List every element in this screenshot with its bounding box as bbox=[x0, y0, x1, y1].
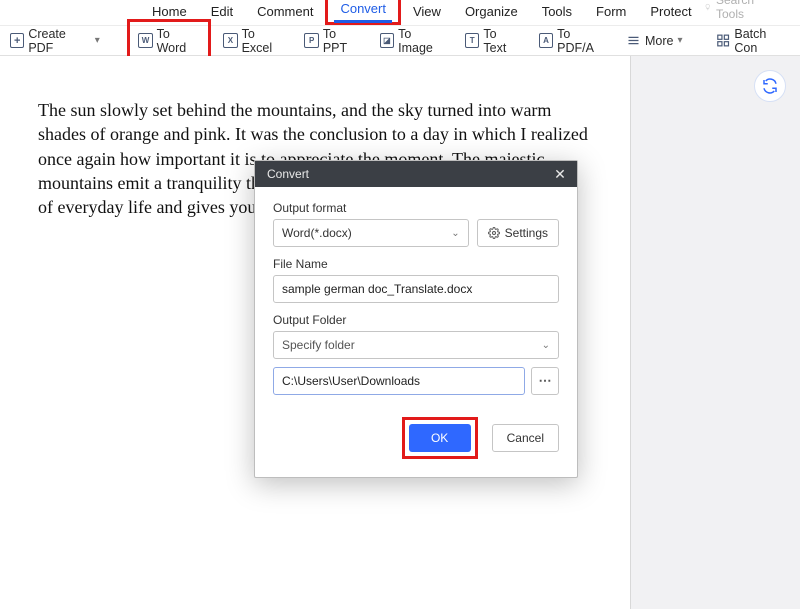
tab-view[interactable]: View bbox=[401, 0, 453, 25]
close-icon: ✕ bbox=[554, 166, 566, 183]
output-format-value: Word(*.docx) bbox=[282, 226, 352, 240]
chevron-down-icon: ⌄ bbox=[542, 340, 550, 351]
tab-protect[interactable]: Protect bbox=[638, 0, 703, 25]
tab-edit[interactable]: Edit bbox=[199, 0, 245, 25]
word-convert-side-button[interactable] bbox=[754, 70, 786, 102]
tab-organize[interactable]: Organize bbox=[453, 0, 530, 25]
ok-button[interactable]: OK bbox=[409, 424, 471, 452]
dialog-actions: OK Cancel bbox=[273, 417, 559, 459]
dialog-body: Output format Word(*.docx) ⌄ Settings Fi… bbox=[255, 187, 577, 477]
search-tools[interactable]: Search Tools bbox=[704, 0, 800, 25]
tab-form[interactable]: Form bbox=[584, 0, 638, 25]
dialog-titlebar[interactable]: Convert ✕ bbox=[255, 161, 577, 187]
gear-icon bbox=[488, 227, 500, 239]
to-word-label: To Word bbox=[157, 27, 201, 55]
file-name-label: File Name bbox=[273, 257, 559, 271]
create-pdf-button[interactable]: + Create PDF ▾ bbox=[4, 24, 106, 58]
batch-label: Batch Con bbox=[734, 27, 790, 55]
to-text-button[interactable]: T To Text bbox=[459, 24, 527, 58]
app-root: Home Edit Comment Convert View Organize … bbox=[0, 0, 800, 609]
tab-tools[interactable]: Tools bbox=[530, 0, 584, 25]
output-folder-select[interactable]: Specify folder ⌄ bbox=[273, 331, 559, 359]
search-tools-label: Search Tools bbox=[716, 0, 759, 21]
text-icon: T bbox=[465, 33, 479, 48]
tab-convert[interactable]: Convert bbox=[325, 0, 401, 25]
main-tabstrip: Home Edit Comment Convert View Organize … bbox=[0, 0, 800, 26]
output-format-label: Output format bbox=[273, 201, 559, 215]
more-label: More bbox=[645, 34, 673, 48]
to-pdfa-button[interactable]: A To PDF/A bbox=[533, 24, 614, 58]
to-word-button[interactable]: W To Word bbox=[132, 24, 206, 58]
excel-icon: X bbox=[223, 33, 237, 48]
convert-dialog: Convert ✕ Output format Word(*.docx) ⌄ S… bbox=[254, 160, 578, 478]
refresh-word-icon bbox=[761, 77, 779, 95]
settings-button[interactable]: Settings bbox=[477, 219, 559, 247]
cancel-button[interactable]: Cancel bbox=[492, 424, 559, 452]
ppt-icon: P bbox=[304, 33, 318, 48]
pdfa-icon: A bbox=[539, 33, 553, 48]
output-path-input[interactable] bbox=[273, 367, 525, 395]
chevron-down-icon: ⌄ bbox=[451, 228, 459, 239]
output-format-select[interactable]: Word(*.docx) ⌄ bbox=[273, 219, 469, 247]
word-icon: W bbox=[138, 33, 152, 48]
ellipsis-icon: ⋯ bbox=[539, 373, 552, 389]
chevron-down-icon: ▾ bbox=[95, 35, 100, 46]
lightbulb-icon bbox=[704, 1, 711, 13]
file-name-input[interactable] bbox=[273, 275, 559, 303]
ok-highlight: OK bbox=[402, 417, 478, 459]
to-pdfa-label: To PDF/A bbox=[557, 27, 608, 55]
to-image-button[interactable]: ◪ To Image bbox=[374, 24, 453, 58]
browse-folder-button[interactable]: ⋯ bbox=[531, 367, 559, 395]
plus-icon: + bbox=[10, 33, 24, 48]
side-panel bbox=[630, 56, 800, 609]
more-icon bbox=[626, 33, 641, 48]
to-excel-button[interactable]: X To Excel bbox=[217, 24, 292, 58]
more-button[interactable]: More ▾ bbox=[620, 30, 689, 51]
output-folder-label: Output Folder bbox=[273, 313, 559, 327]
tab-home[interactable]: Home bbox=[140, 0, 199, 25]
to-excel-label: To Excel bbox=[242, 27, 287, 55]
to-ppt-label: To PPT bbox=[323, 27, 362, 55]
dialog-title: Convert bbox=[267, 167, 309, 181]
image-icon: ◪ bbox=[380, 33, 394, 48]
to-text-label: To Text bbox=[483, 27, 520, 55]
to-image-label: To Image bbox=[398, 27, 447, 55]
batch-convert-button[interactable]: Batch Con bbox=[710, 24, 796, 58]
convert-toolbar: + Create PDF ▾ W To Word X To Excel P To… bbox=[0, 26, 800, 56]
tab-comment[interactable]: Comment bbox=[245, 0, 325, 25]
dialog-close-button[interactable]: ✕ bbox=[551, 165, 569, 183]
output-folder-mode: Specify folder bbox=[282, 338, 355, 352]
batch-icon bbox=[716, 33, 730, 48]
settings-label: Settings bbox=[505, 226, 548, 240]
chevron-down-icon: ▾ bbox=[678, 35, 683, 46]
to-ppt-button[interactable]: P To PPT bbox=[298, 24, 367, 58]
create-pdf-label: Create PDF bbox=[28, 27, 90, 55]
